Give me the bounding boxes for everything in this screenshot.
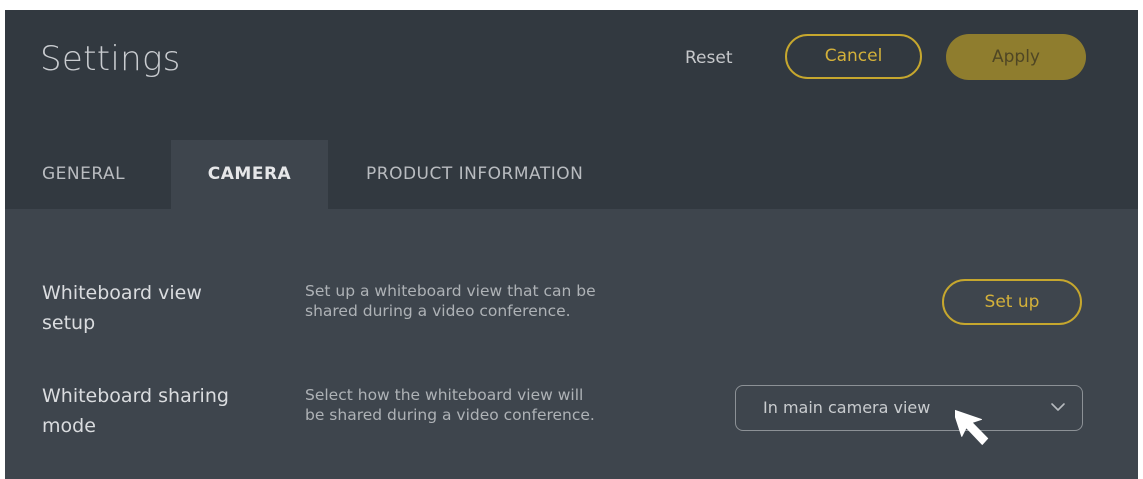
whiteboard-setup-label-line2: setup	[42, 312, 96, 334]
cancel-button[interactable]: Cancel	[785, 34, 922, 79]
whiteboard-setup-desc-line2: shared during a video conference.	[305, 302, 571, 320]
whiteboard-mode-desc-line1: Select how the whiteboard view will	[305, 386, 584, 404]
apply-button[interactable]: Apply	[946, 34, 1086, 80]
setup-button[interactable]: Set up	[942, 279, 1082, 325]
whiteboard-setup-desc-line1: Set up a whiteboard view that can be	[305, 282, 596, 300]
whiteboard-mode-label-line1: Whiteboard sharing	[42, 385, 229, 407]
whiteboard-setup-label: Whiteboard view setup	[42, 278, 272, 338]
whiteboard-setup-description: Set up a whiteboard view that can be sha…	[305, 281, 685, 321]
settings-window: Settings Reset Cancel Apply GENERAL CAME…	[5, 10, 1138, 479]
sharing-mode-selected-value: In main camera view	[763, 398, 931, 417]
tab-general[interactable]: GENERAL	[42, 140, 125, 209]
settings-header: Settings Reset Cancel Apply GENERAL CAME…	[5, 10, 1138, 209]
tab-product-information[interactable]: PRODUCT INFORMATION	[366, 140, 583, 209]
whiteboard-mode-label: Whiteboard sharing mode	[42, 381, 272, 441]
reset-button[interactable]: Reset	[685, 36, 733, 80]
whiteboard-mode-description: Select how the whiteboard view will be s…	[305, 385, 685, 425]
whiteboard-mode-label-line2: mode	[42, 415, 96, 437]
whiteboard-setup-label-line1: Whiteboard view	[42, 282, 202, 304]
whiteboard-mode-desc-line2: be shared during a video conference.	[305, 406, 595, 424]
chevron-down-icon	[1051, 403, 1065, 411]
tab-camera[interactable]: CAMERA	[171, 140, 328, 209]
sharing-mode-select[interactable]: In main camera view	[735, 385, 1083, 431]
page-title: Settings	[40, 39, 181, 79]
